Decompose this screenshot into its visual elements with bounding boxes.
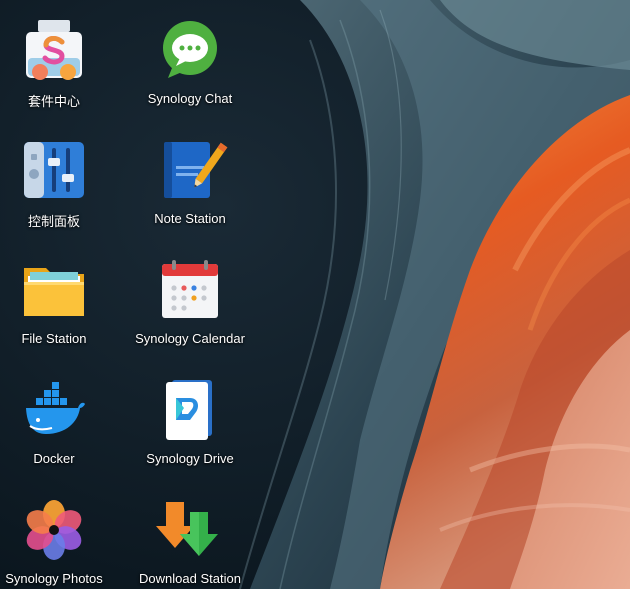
app-label: Note Station — [154, 211, 226, 226]
app-control-panel[interactable]: 控制面板 — [0, 122, 124, 242]
app-label: 套件中心 — [27, 94, 80, 109]
calendar-icon — [158, 258, 222, 322]
app-package-center[interactable]: 套件中心 — [0, 2, 124, 122]
app-label: Synology Photos — [5, 571, 103, 586]
app-label: File Station — [21, 331, 87, 346]
package-center-icon — [22, 18, 86, 82]
notebook-pencil-icon — [158, 138, 228, 202]
app-label: Synology Drive — [146, 451, 234, 466]
app-note-station[interactable]: Note Station — [120, 122, 260, 242]
download-arrows-icon — [156, 498, 222, 562]
app-file-station[interactable]: File Station — [0, 242, 124, 362]
app-synology-photos[interactable]: Synology Photos — [0, 482, 124, 589]
app-docker[interactable]: Docker — [0, 362, 124, 482]
chat-bubble-icon — [158, 18, 222, 82]
docker-whale-icon — [22, 378, 86, 442]
photos-flower-icon — [22, 498, 86, 562]
control-panel-sliders-icon — [22, 138, 86, 202]
app-label: Synology Chat — [147, 91, 233, 106]
app-synology-calendar[interactable]: Synology Calendar — [120, 242, 260, 362]
app-label: 控制面板 — [27, 214, 80, 229]
app-label: Docker — [33, 451, 75, 466]
app-label: Synology Calendar — [135, 331, 245, 346]
app-synology-drive[interactable]: Synology Drive — [120, 362, 260, 482]
folder-icon — [22, 258, 86, 322]
app-download-station[interactable]: Download Station — [120, 482, 260, 589]
desktop: 套件中心 Synology Chat 控制面板 Note Station Fil… — [0, 0, 630, 589]
app-label: Download Station — [139, 571, 241, 586]
drive-icon — [158, 378, 222, 442]
app-synology-chat[interactable]: Synology Chat — [120, 2, 260, 122]
